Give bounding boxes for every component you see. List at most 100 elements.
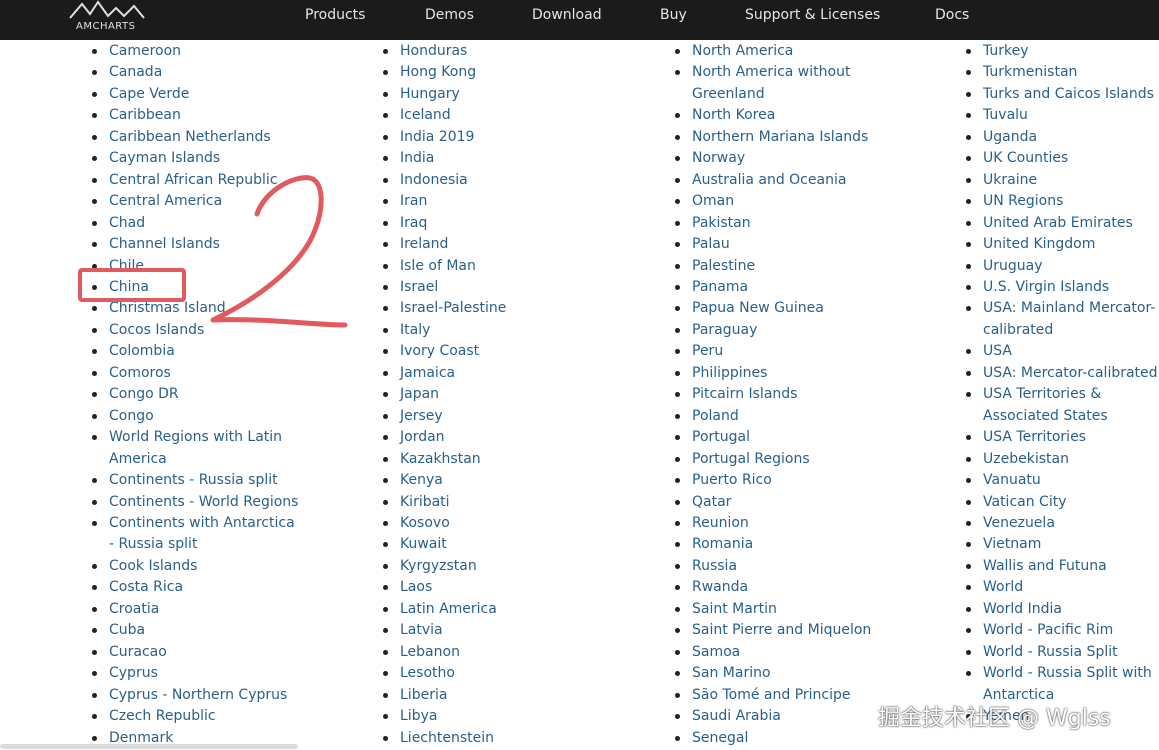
map-link[interactable]: USA Territories & Associated States xyxy=(983,386,1108,423)
map-link[interactable]: Cayman Islands xyxy=(109,150,220,166)
map-link[interactable]: Caribbean xyxy=(109,107,181,123)
map-link[interactable]: Latvia xyxy=(400,622,443,638)
map-link[interactable]: Papua New Guinea xyxy=(692,300,824,316)
map-link[interactable]: Peru xyxy=(692,343,723,359)
map-link[interactable]: Lesotho xyxy=(400,665,455,681)
map-link[interactable]: Paraguay xyxy=(692,322,757,338)
map-link[interactable]: Cyprus xyxy=(109,665,158,681)
map-link[interactable]: Turkmenistan xyxy=(983,64,1077,80)
map-link[interactable]: Jersey xyxy=(400,408,443,424)
map-link[interactable]: Colombia xyxy=(109,343,175,359)
map-link[interactable]: Japan xyxy=(400,386,439,402)
map-link[interactable]: Cyprus - Northern Cyprus xyxy=(109,687,287,703)
map-link[interactable]: Congo DR xyxy=(109,386,179,402)
map-link[interactable]: Iceland xyxy=(400,107,451,123)
map-link[interactable]: India xyxy=(400,150,434,166)
map-link[interactable]: Hong Kong xyxy=(400,64,476,80)
map-link[interactable]: Vietnam xyxy=(983,536,1041,552)
nav-demos[interactable]: Demos xyxy=(425,7,474,23)
map-link[interactable]: Latin America xyxy=(400,601,497,617)
map-link[interactable]: Jamaica xyxy=(400,365,455,381)
map-link[interactable]: Iran xyxy=(400,193,427,209)
map-link[interactable]: Isle of Man xyxy=(400,258,476,274)
map-link[interactable]: Romania xyxy=(692,536,753,552)
map-link[interactable]: Pakistan xyxy=(692,215,751,231)
map-link[interactable]: Comoros xyxy=(109,365,171,381)
map-link[interactable]: Caribbean Netherlands xyxy=(109,129,271,145)
map-link[interactable]: Channel Islands xyxy=(109,236,220,252)
map-link[interactable]: Chad xyxy=(109,215,145,231)
map-link[interactable]: Congo xyxy=(109,408,154,424)
map-link[interactable]: Cape Verde xyxy=(109,86,189,102)
map-link[interactable]: Libya xyxy=(400,708,437,724)
map-link[interactable]: United Arab Emirates xyxy=(983,215,1133,231)
map-link[interactable]: Oman xyxy=(692,193,734,209)
map-link[interactable]: San Marino xyxy=(692,665,771,681)
map-link[interactable]: Kuwait xyxy=(400,536,447,552)
nav-buy[interactable]: Buy xyxy=(660,7,687,23)
map-link[interactable]: Panama xyxy=(692,279,748,295)
map-link[interactable]: Continents with Antarctica - Russia spli… xyxy=(109,515,295,552)
nav-support-licenses[interactable]: Support & Licenses xyxy=(745,7,880,23)
nav-download[interactable]: Download xyxy=(532,7,602,23)
map-link[interactable]: Uzebekistan xyxy=(983,451,1069,467)
map-link[interactable]: Czech Republic xyxy=(109,708,216,724)
map-link[interactable]: USA: Mainland Mercator-calibrated xyxy=(983,300,1155,337)
map-link[interactable]: Jordan xyxy=(400,429,445,445)
map-link[interactable]: U.S. Virgin Islands xyxy=(983,279,1109,295)
map-link[interactable]: Venezuela xyxy=(983,515,1055,531)
map-link[interactable]: Portugal xyxy=(692,429,750,445)
map-link[interactable]: Northern Mariana Islands xyxy=(692,129,868,145)
map-link[interactable]: Norway xyxy=(692,150,745,166)
map-link[interactable]: USA: Mercator-calibrated xyxy=(983,365,1158,381)
map-link[interactable]: Palestine xyxy=(692,258,755,274)
map-link[interactable]: Ireland xyxy=(400,236,448,252)
map-link[interactable]: Kiribati xyxy=(400,494,450,510)
map-link[interactable]: Iraq xyxy=(400,215,427,231)
map-link[interactable]: Cuba xyxy=(109,622,145,638)
map-link[interactable]: UK Counties xyxy=(983,150,1068,166)
map-link[interactable]: Honduras xyxy=(400,43,467,59)
map-link[interactable]: Curacao xyxy=(109,644,167,660)
map-link[interactable]: São Tomé and Principe xyxy=(692,687,851,703)
map-link[interactable]: Uganda xyxy=(983,129,1037,145)
map-link[interactable]: Liechtenstein xyxy=(400,730,494,746)
map-link[interactable]: World India xyxy=(983,601,1062,617)
map-link[interactable]: Turkey xyxy=(983,43,1029,59)
map-link[interactable]: North Korea xyxy=(692,107,775,123)
horizontal-scrollbar[interactable] xyxy=(0,744,298,749)
map-link[interactable]: North America without Greenland xyxy=(692,64,850,101)
map-link[interactable]: Senegal xyxy=(692,730,748,746)
map-link[interactable]: USA xyxy=(983,343,1012,359)
map-link[interactable]: Costa Rica xyxy=(109,579,183,595)
map-link[interactable]: Indonesia xyxy=(400,172,468,188)
map-link[interactable]: Philippines xyxy=(692,365,767,381)
map-link[interactable]: Qatar xyxy=(692,494,731,510)
map-link[interactable]: Liberia xyxy=(400,687,447,703)
map-link[interactable]: Poland xyxy=(692,408,739,424)
map-link[interactable]: Lebanon xyxy=(400,644,460,660)
map-link[interactable]: Russia xyxy=(692,558,737,574)
map-link[interactable]: Italy xyxy=(400,322,430,338)
nav-docs[interactable]: Docs xyxy=(935,7,969,23)
map-link[interactable]: Canada xyxy=(109,64,162,80)
map-link[interactable]: Saudi Arabia xyxy=(692,708,781,724)
map-link[interactable]: Turks and Caicos Islands xyxy=(983,86,1154,102)
map-link[interactable]: Vatican City xyxy=(983,494,1067,510)
map-link[interactable]: Saint Martin xyxy=(692,601,777,617)
map-link[interactable]: Israel xyxy=(400,279,438,295)
map-link[interactable]: Israel-Palestine xyxy=(400,300,506,316)
map-link[interactable]: Wallis and Futuna xyxy=(983,558,1107,574)
map-link[interactable]: Samoa xyxy=(692,644,740,660)
map-link[interactable]: Portugal Regions xyxy=(692,451,810,467)
map-link[interactable]: World - Pacific Rim xyxy=(983,622,1113,638)
map-link[interactable]: India 2019 xyxy=(400,129,474,145)
map-link[interactable]: Croatia xyxy=(109,601,159,617)
map-link[interactable]: North America xyxy=(692,43,793,59)
map-link[interactable]: Kenya xyxy=(400,472,443,488)
map-link[interactable]: Australia and Oceania xyxy=(692,172,846,188)
map-link[interactable]: Pitcairn Islands xyxy=(692,386,797,402)
map-link[interactable]: Cocos Islands xyxy=(109,322,204,338)
map-link[interactable]: Vanuatu xyxy=(983,472,1041,488)
map-link[interactable]: Rwanda xyxy=(692,579,748,595)
